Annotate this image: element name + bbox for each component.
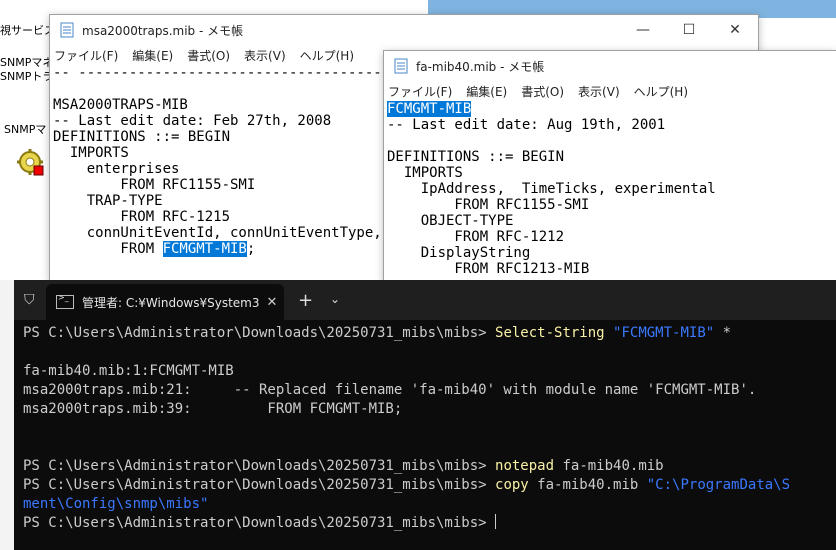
- terminal-window[interactable]: ⛉ 管理者: C:¥Windows¥System32 ✕ + ⌄ PS C:\U…: [14, 280, 836, 550]
- text-line: [387, 133, 836, 149]
- terminal-line: PS C:\Users\Administrator\Downloads\2025…: [23, 457, 836, 476]
- terminal-icon: [56, 293, 74, 309]
- command-argument: ment\Config\snmp\mibs": [23, 496, 209, 512]
- menu-view[interactable]: 表示(V): [578, 83, 620, 100]
- terminal-tab[interactable]: 管理者: C:¥Windows¥System32 ✕: [46, 284, 284, 320]
- text-cursor: [495, 514, 497, 529]
- text-fragment: FROM: [53, 241, 163, 257]
- terminal-line: PS C:\Users\Administrator\Downloads\2025…: [23, 324, 836, 343]
- background-label-4: SNMPマ: [4, 123, 47, 136]
- text-line: FCMGMT-MIB: [387, 101, 836, 117]
- terminal-line: PS C:\Users\Administrator\Downloads\2025…: [23, 476, 836, 495]
- menu-view[interactable]: 表示(V): [244, 47, 286, 64]
- text-line: DEFINITIONS ::= BEGIN: [387, 149, 565, 165]
- prompt: PS C:\Users\Administrator\Downloads\2025…: [23, 477, 496, 493]
- window-title: fa-mib40.mib - メモ帳: [416, 59, 545, 74]
- command: notepad: [495, 458, 555, 474]
- terminal-line: msa2000traps.mib:39: FROM FCMGMT-MIB;: [23, 401, 403, 417]
- maximize-icon[interactable]: ☐: [666, 22, 712, 38]
- command-argument: fa-mib40.mib: [528, 477, 647, 493]
- text-line: FROM RFC1155-SMI: [387, 197, 590, 213]
- terminal-output[interactable]: PS C:\Users\Administrator\Downloads\2025…: [14, 320, 836, 533]
- text-line: DisplayString: [387, 245, 531, 261]
- close-icon[interactable]: ✕: [260, 295, 284, 310]
- menu-bar: ファイル(F) 編集(E) 書式(O) 表示(V) ヘルプ(H): [384, 81, 836, 101]
- text-line: IpAddress, TimeTicks, experimental: [387, 181, 716, 197]
- command: copy: [495, 477, 529, 493]
- prompt: PS C:\Users\Administrator\Downloads\2025…: [23, 515, 496, 531]
- menu-help[interactable]: ヘルプ(H): [300, 47, 354, 64]
- notepad-window-fa-mib40[interactable]: fa-mib40.mib - メモ帳 ファイル(F) 編集(E) 書式(O) 表…: [383, 50, 836, 282]
- gear-icon: [17, 149, 44, 176]
- notepad-titlebar[interactable]: msa2000traps.mib - メモ帳 — ☐ ✕: [50, 15, 758, 45]
- text-line: OBJECT-TYPE: [387, 213, 514, 229]
- selected-text: FCMGMT-MIB: [162, 241, 247, 257]
- minimize-icon[interactable]: —: [620, 22, 666, 38]
- text-line: FROM RFC1213-MIB: [387, 261, 590, 277]
- background-label-1: 視サービス: [0, 24, 55, 37]
- text-line: FROM RFC-1212: [387, 229, 565, 245]
- command-argument: fa-mib40.mib: [554, 458, 664, 474]
- menu-file[interactable]: ファイル(F): [388, 83, 452, 100]
- notepad-text-area[interactable]: FCMGMT-MIB -- Last edit date: Aug 19th, 2…: [384, 101, 836, 277]
- window-title: msa2000traps.mib - メモ帳: [82, 23, 244, 38]
- menu-format[interactable]: 書式(O): [187, 47, 230, 64]
- new-tab-button[interactable]: +: [298, 290, 313, 311]
- shield-icon: ⛉: [24, 292, 35, 308]
- menu-format[interactable]: 書式(O): [521, 83, 564, 100]
- tab-title: 管理者: C:¥Windows¥System32: [82, 295, 260, 310]
- menu-help[interactable]: ヘルプ(H): [634, 83, 688, 100]
- menu-file[interactable]: ファイル(F): [54, 47, 118, 64]
- menu-edit[interactable]: 編集(E): [132, 47, 173, 64]
- menu-edit[interactable]: 編集(E): [466, 83, 507, 100]
- terminal-line: PS C:\Users\Administrator\Downloads\2025…: [23, 514, 836, 533]
- terminal-line: msa2000traps.mib:21: -- Replaced filenam…: [23, 382, 757, 398]
- close-icon[interactable]: ✕: [712, 22, 758, 38]
- command: Select-String: [495, 325, 605, 341]
- terminal-line: fa-mib40.mib:1:FCMGMT-MIB: [23, 363, 234, 379]
- terminal-tab-bar: ⛉ 管理者: C:¥Windows¥System32 ✕ + ⌄: [14, 280, 836, 320]
- command-argument: "C:\ProgramData\S: [646, 477, 791, 493]
- text-fragment: ;: [246, 241, 256, 257]
- terminal-line: ment\Config\snmp\mibs": [23, 495, 836, 514]
- text-line: IMPORTS: [387, 165, 463, 181]
- notepad-icon: [60, 22, 74, 38]
- prompt: PS C:\Users\Administrator\Downloads\2025…: [23, 458, 496, 474]
- notepad-icon: [394, 58, 408, 74]
- notepad-titlebar[interactable]: fa-mib40.mib - メモ帳: [384, 51, 836, 81]
- chevron-down-icon[interactable]: ⌄: [330, 292, 340, 306]
- prompt: PS C:\Users\Administrator\Downloads\2025…: [23, 325, 496, 341]
- command-argument: "FCMGMT-MIB": [613, 325, 715, 341]
- selected-text: FCMGMT-MIB: [387, 101, 472, 117]
- text-line: -- Last edit date: Aug 19th, 2001: [387, 117, 666, 133]
- command-argument: *: [714, 325, 732, 341]
